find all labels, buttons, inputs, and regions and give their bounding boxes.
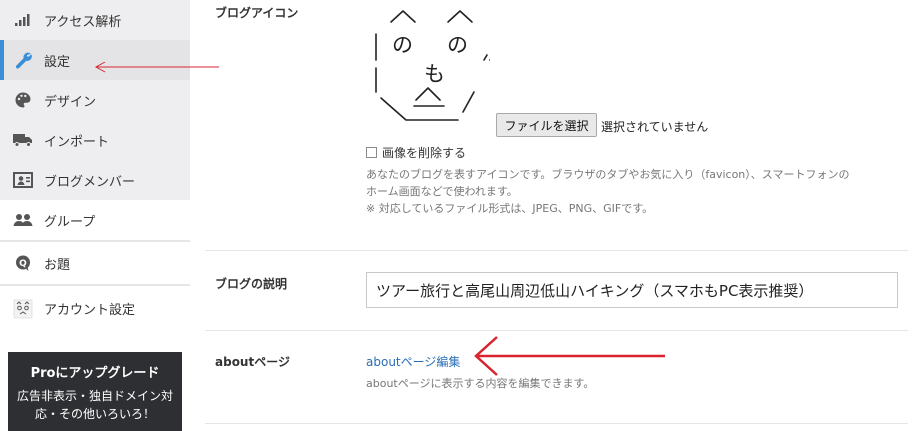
sidebar-item-import[interactable]: インポート xyxy=(0,120,190,160)
blog-icon-help: あなたのブログを表すアイコンです。ブラウザのタブやお気に入り（favicon）、… xyxy=(366,166,849,217)
svg-text:の: の xyxy=(447,33,468,57)
palette-icon xyxy=(12,91,34,109)
sidebar-item-label: アカウント設定 xyxy=(44,303,136,318)
sidebar: アクセス解析 設定 デザイン インポート ブログメンバー グループ Q お題 ア… xyxy=(0,0,190,431)
sidebar-nav-main: アクセス解析 設定 デザイン インポート ブログメンバー xyxy=(0,0,190,200)
svg-text:の: の xyxy=(392,33,413,57)
blog-description-label: ブログの説明 xyxy=(215,277,288,291)
section-divider xyxy=(205,250,908,251)
pro-banner-text: 広告非表示・独自ドメイン対応・その他いろいろ！ xyxy=(16,389,173,421)
help-text-line: あなたのブログを表すアイコンです。ブラウザのタブやお気に入り（favicon）、… xyxy=(366,168,850,181)
blog-icon-label: ブログアイコン xyxy=(215,6,299,20)
member-card-icon xyxy=(12,171,34,189)
about-page-label: aboutページ xyxy=(215,355,290,369)
sidebar-item-account-settings[interactable]: アカウント設定 xyxy=(0,285,190,331)
section-divider xyxy=(205,423,908,424)
truck-icon xyxy=(12,131,34,149)
pro-upgrade-banner[interactable]: Proにアップグレード 広告非表示・独自ドメイン対応・その他いろいろ！ xyxy=(8,352,182,431)
bar-chart-icon xyxy=(12,11,34,29)
settings-main: ブログアイコン の の も ファイルを選択 選択されていません 画像を削除する … xyxy=(205,0,908,431)
sidebar-nav-secondary: グループ Q お題 アカウント設定 xyxy=(0,200,190,331)
sidebar-item-settings[interactable]: 設定 xyxy=(0,40,190,80)
avatar-face-icon xyxy=(12,299,34,318)
pro-banner-title: Proにアップグレード xyxy=(30,366,160,381)
wrench-icon xyxy=(12,51,34,69)
help-text-line: ※ 対応しているファイル形式は、JPEG、PNG、GIFです。 xyxy=(366,202,654,215)
delete-image-checkbox[interactable] xyxy=(366,147,377,158)
file-status-text: 選択されていません xyxy=(601,120,709,134)
sidebar-item-label: グループ xyxy=(44,214,96,230)
about-page-edit-link[interactable]: aboutページ編集 xyxy=(366,353,460,370)
sidebar-item-group[interactable]: グループ xyxy=(0,200,190,241)
group-icon xyxy=(12,211,34,229)
sidebar-item-label: お題 xyxy=(44,257,71,273)
sidebar-item-label: デザイン xyxy=(44,94,97,110)
sidebar-item-blog-members[interactable]: ブログメンバー xyxy=(0,160,190,200)
question-bubble-icon: Q xyxy=(12,254,34,272)
about-page-help: aboutページに表示する内容を編集できます。 xyxy=(366,377,595,390)
delete-image-label: 画像を削除する xyxy=(382,146,467,160)
blog-description-input[interactable]: ツアー旅行と高尾山周辺低山ハイキング（スマホもPC表示推奨） xyxy=(366,272,898,308)
sidebar-item-label: アクセス解析 xyxy=(44,14,122,30)
sidebar-item-label: インポート xyxy=(44,134,110,150)
svg-text:Q: Q xyxy=(19,259,27,269)
sidebar-item-label: ブログメンバー xyxy=(44,174,136,190)
help-text-line: ホーム画面などで使われます。 xyxy=(366,185,518,198)
sidebar-item-odai[interactable]: Q お題 xyxy=(0,241,190,285)
sidebar-item-design[interactable]: デザイン xyxy=(0,80,190,120)
choose-file-button[interactable]: ファイルを選択 xyxy=(496,113,597,137)
sidebar-item-access-analysis[interactable]: アクセス解析 xyxy=(0,0,190,40)
section-divider xyxy=(205,330,908,331)
blog-icon-image: の の も xyxy=(375,10,490,121)
sidebar-item-label: 設定 xyxy=(44,54,71,70)
delete-image-option[interactable]: 画像を削除する xyxy=(366,144,466,161)
svg-text:も: も xyxy=(424,62,445,86)
